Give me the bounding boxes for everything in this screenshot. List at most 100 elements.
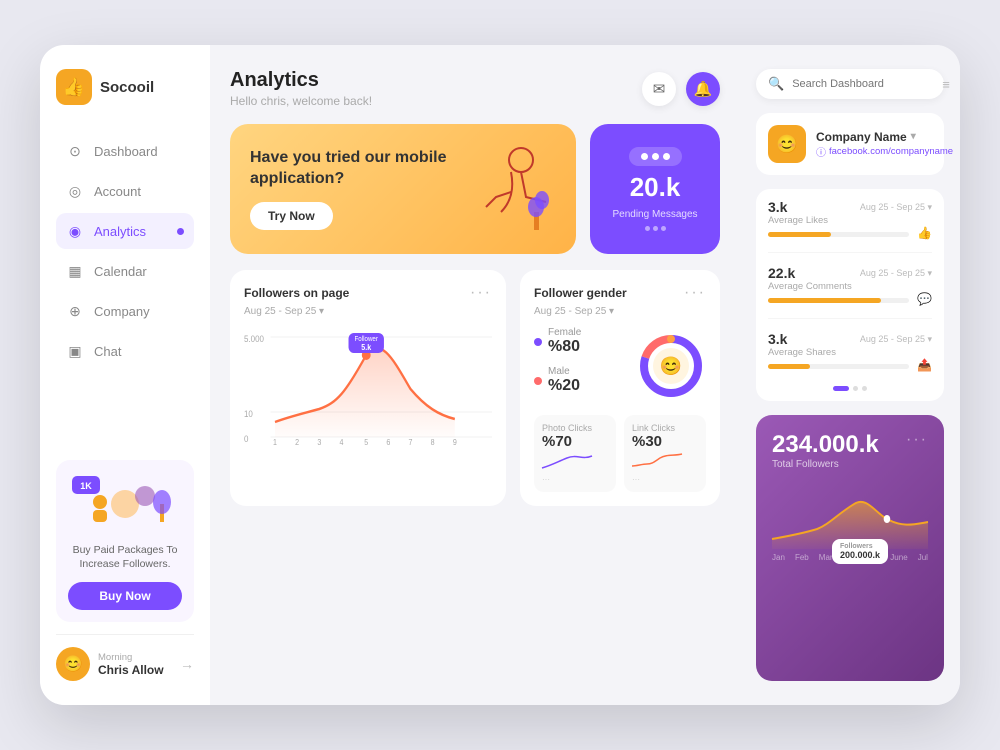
calendar-icon: ▦ bbox=[66, 262, 84, 280]
followers-label: Total Followers bbox=[772, 459, 879, 470]
sidebar-item-calendar[interactable]: ▦ Calendar bbox=[56, 253, 194, 289]
stat-comments-date: Aug 25 - Sep 25 ▾ bbox=[860, 268, 932, 279]
stat-likes-bar-fill bbox=[768, 232, 831, 237]
gender-labels: Female %80 Male %20 bbox=[534, 327, 624, 405]
buy-now-button[interactable]: Buy Now bbox=[68, 582, 182, 610]
stat-comments-value: 22.k bbox=[768, 265, 795, 281]
main-header: Analytics Hello chris, welcome back! ✉ 🔔 bbox=[230, 69, 720, 108]
female-pct: %80 bbox=[548, 338, 581, 356]
search-input[interactable] bbox=[792, 78, 934, 90]
promo-illustration: 1K bbox=[68, 472, 182, 537]
chat-icon: ▣ bbox=[66, 342, 84, 360]
photo-clicks-dots: ··· bbox=[542, 475, 608, 484]
bubble-dot bbox=[663, 153, 670, 160]
active-dot bbox=[177, 228, 184, 235]
svg-text:2: 2 bbox=[295, 438, 299, 448]
svg-text:6: 6 bbox=[386, 438, 390, 448]
company-details: Company Name ▾ ⓘ facebook.com/companynam… bbox=[816, 130, 953, 159]
stat-likes-bar-bg bbox=[768, 232, 909, 237]
svg-text:5: 5 bbox=[364, 438, 368, 448]
page-subtitle: Hello chris, welcome back! bbox=[230, 94, 372, 108]
user-greeting: Morning bbox=[98, 652, 172, 663]
photo-clicks-label: Photo Clicks bbox=[542, 423, 608, 433]
pagination-dots bbox=[768, 386, 932, 391]
month-feb: Feb bbox=[795, 553, 809, 562]
chart-date: Aug 25 - Sep 25 ▾ bbox=[244, 306, 492, 317]
logout-button[interactable]: → bbox=[180, 656, 194, 672]
chart-header: Followers on page ··· bbox=[244, 284, 492, 302]
gender-content: Female %80 Male %20 bbox=[534, 327, 706, 405]
try-now-button[interactable]: Try Now bbox=[250, 202, 333, 230]
svg-text:1K: 1K bbox=[80, 481, 92, 491]
gender-chart-menu-button[interactable]: ··· bbox=[684, 284, 706, 302]
message-indicator-dots bbox=[645, 226, 666, 231]
search-icon: 🔍 bbox=[768, 76, 784, 92]
dashboard-container: 👍 Socooil ⊙ Dashboard ◎ Account ◉ Analyt… bbox=[40, 45, 960, 705]
followers-chart-wrapper: Followers 200.000.k bbox=[772, 484, 928, 549]
page-dot bbox=[862, 386, 867, 391]
message-icon-button[interactable]: ✉ bbox=[642, 72, 676, 106]
svg-text:1: 1 bbox=[273, 438, 277, 448]
user-section: 😊 Morning Chris Allow → bbox=[56, 634, 194, 681]
page-dot-active bbox=[833, 386, 849, 391]
stat-shares-header: 3.k Aug 25 - Sep 25 ▾ bbox=[768, 331, 932, 347]
female-dot bbox=[534, 338, 542, 346]
filter-icon[interactable]: ≡ bbox=[942, 77, 950, 92]
chart-menu-button[interactable]: ··· bbox=[470, 284, 492, 302]
followers-chart-area: 5.000 10 0 1 2 3 4 5 6 7 bbox=[244, 327, 492, 447]
stat-shares-bar-bg bbox=[768, 364, 909, 369]
stat-likes-label: Average Likes bbox=[768, 215, 932, 226]
message-count: 20.k bbox=[630, 172, 681, 203]
company-name: Company Name ▾ bbox=[816, 130, 953, 144]
stat-shares-date: Aug 25 - Sep 25 ▾ bbox=[860, 334, 932, 345]
bubble-dot bbox=[652, 153, 659, 160]
followers-menu-button[interactable]: ··· bbox=[906, 431, 928, 449]
gender-chart-title: Follower gender bbox=[534, 286, 627, 300]
search-bar: 🔍 ≡ bbox=[756, 69, 944, 99]
stat-comments: 22.k Aug 25 - Sep 25 ▾ Average Comments … bbox=[768, 265, 932, 306]
photo-clicks-card: Photo Clicks %70 ··· bbox=[534, 415, 616, 492]
user-info: Morning Chris Allow bbox=[98, 652, 172, 677]
link-clicks-dots: ··· bbox=[632, 475, 698, 484]
link-clicks-card: Link Clicks %30 ··· bbox=[624, 415, 706, 492]
female-label: Female bbox=[548, 327, 581, 338]
logo-text: Socooil bbox=[100, 79, 154, 96]
follower-gender-card: Follower gender ··· Aug 25 - Sep 25 ▾ Fe… bbox=[520, 270, 720, 506]
likes-icon: 👍 bbox=[917, 226, 932, 240]
company-card: 😊 Company Name ▾ ⓘ facebook.com/companyn… bbox=[756, 113, 944, 175]
notification-icon-button[interactable]: 🔔 bbox=[686, 72, 720, 106]
photo-clicks-pct: %70 bbox=[542, 433, 608, 450]
sidebar-item-analytics[interactable]: ◉ Analytics bbox=[56, 213, 194, 249]
sidebar-label-chat: Chat bbox=[94, 344, 121, 359]
sidebar-item-chat[interactable]: ▣ Chat bbox=[56, 333, 194, 369]
shares-icon: 📤 bbox=[917, 358, 932, 372]
banner-illustration bbox=[466, 139, 556, 239]
svg-text:10: 10 bbox=[244, 409, 253, 420]
gender-chart-header: Follower gender ··· bbox=[534, 284, 706, 302]
header-icons: ✉ 🔔 bbox=[642, 72, 720, 106]
donut-chart: 😊 bbox=[636, 331, 706, 401]
stat-shares-bar-row: 📤 bbox=[768, 358, 932, 372]
dropdown-arrow[interactable]: ▾ bbox=[911, 131, 916, 142]
banner-text-area: Have you tried our mobile application? T… bbox=[250, 148, 450, 230]
chart-title: Followers on page bbox=[244, 286, 349, 300]
sidebar-item-dashboard[interactable]: ⊙ Dashboard bbox=[56, 133, 194, 169]
promo-banner: Have you tried our mobile application? T… bbox=[230, 124, 576, 254]
logo-icon: 👍 bbox=[56, 69, 92, 105]
svg-text:5.k: 5.k bbox=[361, 343, 372, 353]
stat-shares-bar-fill bbox=[768, 364, 810, 369]
charts-row: Followers on page ··· Aug 25 - Sep 25 ▾ … bbox=[230, 270, 720, 506]
svg-text:3: 3 bbox=[317, 438, 321, 448]
bottom-metrics: Photo Clicks %70 ··· Link Clicks %30 bbox=[534, 415, 706, 492]
sidebar-item-company[interactable]: ⊕ Company bbox=[56, 293, 194, 329]
female-item: Female %80 bbox=[534, 327, 624, 356]
sidebar-label-company: Company bbox=[94, 304, 150, 319]
stats-list: 3.k Aug 25 - Sep 25 ▾ Average Likes 👍 bbox=[756, 189, 944, 401]
sidebar-item-account[interactable]: ◎ Account bbox=[56, 173, 194, 209]
indicator-dot bbox=[645, 226, 650, 231]
stat-shares-label: Average Shares bbox=[768, 347, 932, 358]
sidebar-label-analytics: Analytics bbox=[94, 224, 146, 239]
logo-area: 👍 Socooil bbox=[56, 69, 194, 105]
banner-row: Have you tried our mobile application? T… bbox=[230, 124, 720, 254]
sidebar: 👍 Socooil ⊙ Dashboard ◎ Account ◉ Analyt… bbox=[40, 45, 210, 705]
